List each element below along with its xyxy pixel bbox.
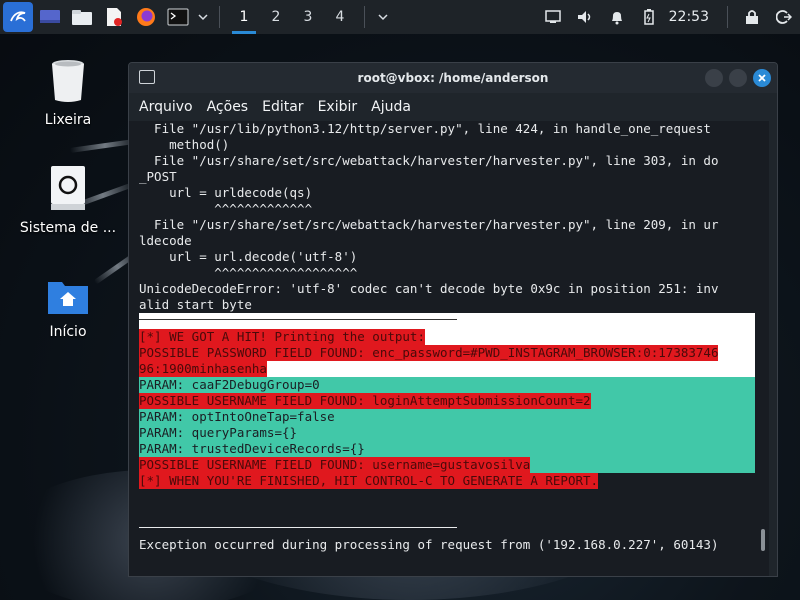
firefox-icon <box>137 8 155 26</box>
minimize-button[interactable] <box>705 69 723 87</box>
workspace-2[interactable]: 2 <box>260 0 292 34</box>
top-panel: 1 2 3 4 22:53 <box>0 0 800 34</box>
folder-icon <box>72 10 92 25</box>
scrollbar-thumb[interactable] <box>761 529 765 551</box>
maximize-button[interactable] <box>729 69 747 87</box>
desktop-icon-system[interactable]: Sistema de ... <box>13 164 123 236</box>
menu-editar[interactable]: Editar <box>262 99 303 115</box>
panel-separator <box>219 6 220 28</box>
chevron-down-icon <box>378 14 388 21</box>
output-line-password: POSSIBLE PASSWORD FIELD FOUND: enc_passw… <box>139 345 719 361</box>
show-desktop-button[interactable] <box>35 2 65 32</box>
battery-button[interactable] <box>633 0 665 34</box>
window-list-button[interactable] <box>375 2 391 32</box>
trash-icon <box>52 60 84 102</box>
desktop-icon-home[interactable]: Início <box>13 276 123 340</box>
text-editor-button[interactable] <box>99 2 129 32</box>
terminal-line: url = url.decode('utf-8') <box>139 249 358 264</box>
monitor-icon <box>544 10 561 23</box>
file-manager-button[interactable] <box>67 2 97 32</box>
close-icon <box>758 74 766 82</box>
notifications-button[interactable] <box>601 0 633 34</box>
terminal-line: url = urldecode(qs) <box>139 185 313 200</box>
terminal-screen[interactable]: File "/usr/lib/python3.12/http/server.py… <box>129 121 769 576</box>
battery-icon <box>643 9 654 25</box>
output-line-finished: [*] WHEN YOU'RE FINISHED, HIT CONTROL-C … <box>139 473 599 489</box>
desktop-icon-label: Sistema de ... <box>19 220 117 236</box>
desktop-icon <box>40 10 60 23</box>
terminal-line: File "/usr/share/set/src/webattack/harve… <box>139 217 719 232</box>
logout-icon <box>776 10 792 24</box>
menu-bar: Arquivo Ações Editar Exibir Ajuda <box>129 93 777 121</box>
output-line-username: POSSIBLE USERNAME FIELD FOUND: loginAtte… <box>139 393 591 409</box>
terminal-line: File "/usr/lib/python3.12/http/server.py… <box>139 121 711 136</box>
terminal-line: alid start byte <box>139 297 252 312</box>
lock-screen-button[interactable] <box>736 0 768 34</box>
terminal-line: ^^^^^^^^^^^^^ <box>139 201 313 216</box>
chevron-down-icon <box>198 14 208 21</box>
terminal-line: File "/usr/share/set/src/webattack/harve… <box>139 153 719 168</box>
display-button[interactable] <box>537 0 569 34</box>
home-folder-icon <box>48 282 88 314</box>
terminal-button[interactable] <box>163 2 193 32</box>
close-button[interactable] <box>753 69 771 87</box>
drive-icon <box>51 166 85 210</box>
output-line-param: PARAM: optIntoOneTap=false <box>139 409 335 424</box>
panel-separator <box>727 6 728 28</box>
terminal-dropdown-button[interactable] <box>195 2 211 32</box>
desktop-icon-label: Lixeira <box>44 112 92 128</box>
kali-menu-button[interactable] <box>3 2 33 32</box>
menu-arquivo[interactable]: Arquivo <box>139 99 193 115</box>
terminal-line: _POST <box>139 169 177 184</box>
menu-ajuda[interactable]: Ajuda <box>371 99 411 115</box>
output-line-hit: [*] WE GOT A HIT! Printing the output: <box>139 329 425 345</box>
workspace-3[interactable]: 3 <box>292 0 324 34</box>
divider-line <box>139 319 457 320</box>
desktop-icon-label: Início <box>49 324 87 340</box>
volume-button[interactable] <box>569 0 601 34</box>
output-line-param: PARAM: trustedDeviceRecords={} <box>139 441 365 456</box>
workspace-4[interactable]: 4 <box>324 0 356 34</box>
terminal-line: UnicodeDecodeError: 'utf-8' codec can't … <box>139 281 719 296</box>
output-line-password-cont: 96:1900minhasenha <box>139 361 267 377</box>
text-editor-icon <box>107 8 122 26</box>
workspace-1[interactable]: 1 <box>228 0 260 34</box>
title-bar[interactable]: root@vbox: /home/anderson <box>129 63 777 93</box>
system-tray: 22:53 <box>537 0 800 34</box>
lock-icon <box>746 10 758 24</box>
menu-acoes[interactable]: Ações <box>207 99 249 115</box>
firefox-button[interactable] <box>131 2 161 32</box>
output-line-param: PARAM: caaF2DebugGroup=0 <box>139 377 320 392</box>
desktop-icon-trash[interactable]: Lixeira <box>13 58 123 128</box>
terminal-icon <box>167 8 189 26</box>
logout-button[interactable] <box>768 0 800 34</box>
divider-line <box>139 527 457 528</box>
terminal-line: ^^^^^^^^^^^^^^^^^^^ <box>139 265 358 280</box>
volume-icon <box>577 11 590 23</box>
output-line-param: PARAM: queryParams={} <box>139 425 298 440</box>
terminal-line-exception: Exception occurred during processing of … <box>139 537 719 552</box>
terminal-line: method() <box>139 137 230 152</box>
terminal-window[interactable]: root@vbox: /home/anderson Arquivo Ações … <box>128 62 778 577</box>
panel-separator <box>364 6 365 28</box>
clock[interactable]: 22:53 <box>665 9 719 25</box>
bell-icon <box>611 12 622 25</box>
window-title: root@vbox: /home/anderson <box>357 71 549 85</box>
terminal-icon <box>139 70 155 84</box>
terminal-line: ldecode <box>139 233 192 248</box>
kali-dragon-icon <box>10 11 26 22</box>
output-line-username: POSSIBLE USERNAME FIELD FOUND: username=… <box>139 457 531 473</box>
menu-exibir[interactable]: Exibir <box>318 99 358 115</box>
